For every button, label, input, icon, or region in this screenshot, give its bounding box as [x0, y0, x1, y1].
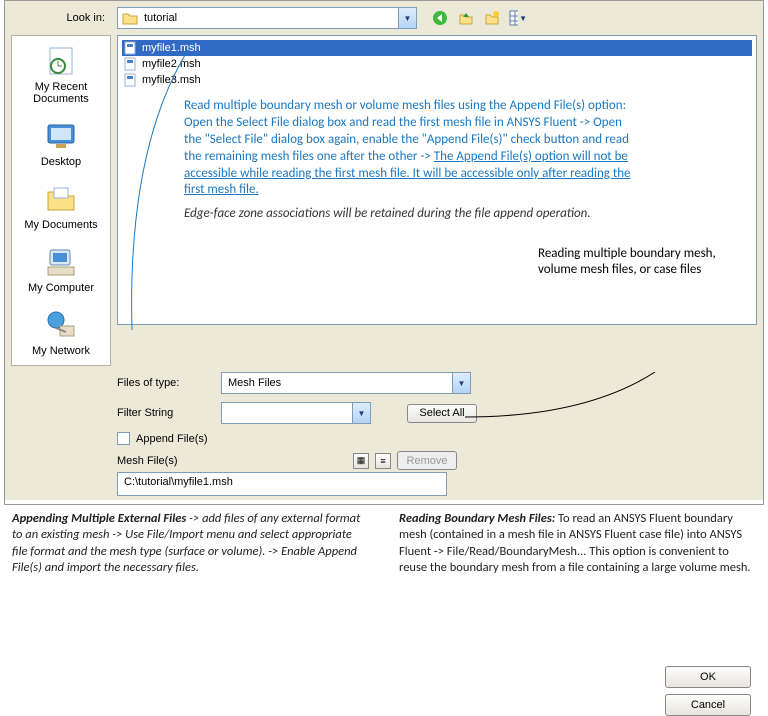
footer-left: Appending Multiple External Files -> add… — [12, 511, 369, 576]
lookin-combo[interactable]: tutorial ▼ — [117, 7, 417, 29]
back-icon[interactable] — [431, 9, 449, 27]
files-of-type-label: Files of type: — [117, 377, 213, 389]
grid-view-icon[interactable]: ▦ — [353, 453, 369, 469]
annotation-append-info: Read multiple boundary mesh or volume me… — [184, 98, 639, 199]
place-mydocs[interactable]: My Documents — [24, 182, 97, 231]
up-folder-icon[interactable] — [457, 9, 475, 27]
desktop-icon — [44, 119, 78, 153]
chevron-down-icon[interactable]: ▼ — [352, 403, 370, 423]
ok-button[interactable]: OK — [665, 666, 751, 688]
my-documents-icon — [44, 182, 78, 216]
annotation-edge-face: Edge-face zone associations will be reta… — [184, 206, 639, 223]
lookin-value: tutorial — [138, 12, 398, 24]
my-network-icon — [44, 308, 78, 342]
mesh-files-list[interactable]: C:\tutorial\myfile1.msh — [117, 472, 447, 496]
files-of-type-combo[interactable]: Mesh Files ▼ — [221, 372, 471, 394]
append-files-label: Append File(s) — [136, 433, 208, 445]
filter-string-combo[interactable]: ▼ — [221, 402, 371, 424]
file-item[interactable]: myfile1.msh — [122, 40, 752, 56]
views-icon[interactable]: ▼ — [509, 9, 527, 27]
leader-line — [122, 50, 192, 330]
filter-string-label: Filter String — [117, 407, 213, 419]
place-recent[interactable]: My Recent Documents — [12, 44, 110, 105]
select-all-button[interactable]: Select All — [407, 404, 477, 423]
place-mynetwork[interactable]: My Network — [32, 308, 90, 357]
list-view-icon[interactable]: ≡ — [375, 453, 391, 469]
file-item[interactable]: myfile2.msh — [122, 56, 752, 72]
place-desktop[interactable]: Desktop — [41, 119, 81, 168]
mesh-file-icon — [124, 41, 138, 55]
chevron-down-icon[interactable]: ▼ — [452, 373, 470, 393]
remove-button[interactable]: Remove — [397, 451, 457, 470]
lookin-label: Look in: — [11, 12, 111, 24]
annotation-reading-multiple: Reading multiple boundary mesh, volume m… — [538, 246, 748, 279]
cancel-button[interactable]: Cancel — [665, 694, 751, 716]
mesh-files-label: Mesh File(s) — [117, 455, 347, 467]
folder-icon — [122, 11, 138, 25]
file-list[interactable]: myfile1.msh myfile2.msh myfile3.msh Read… — [117, 35, 757, 325]
append-files-checkbox[interactable] — [117, 432, 130, 445]
file-item[interactable]: myfile3.msh — [122, 72, 752, 88]
mesh-file-icon — [124, 73, 138, 87]
place-mycomputer[interactable]: My Computer — [28, 245, 94, 294]
recent-docs-icon — [44, 44, 78, 78]
new-folder-icon[interactable] — [483, 9, 501, 27]
places-bar: My Recent Documents Desktop My Documents… — [11, 35, 111, 366]
my-computer-icon — [44, 245, 78, 279]
mesh-file-icon — [124, 57, 138, 71]
footer-right: Reading Boundary Mesh Files: To read an … — [399, 511, 756, 576]
chevron-down-icon[interactable]: ▼ — [398, 8, 416, 28]
